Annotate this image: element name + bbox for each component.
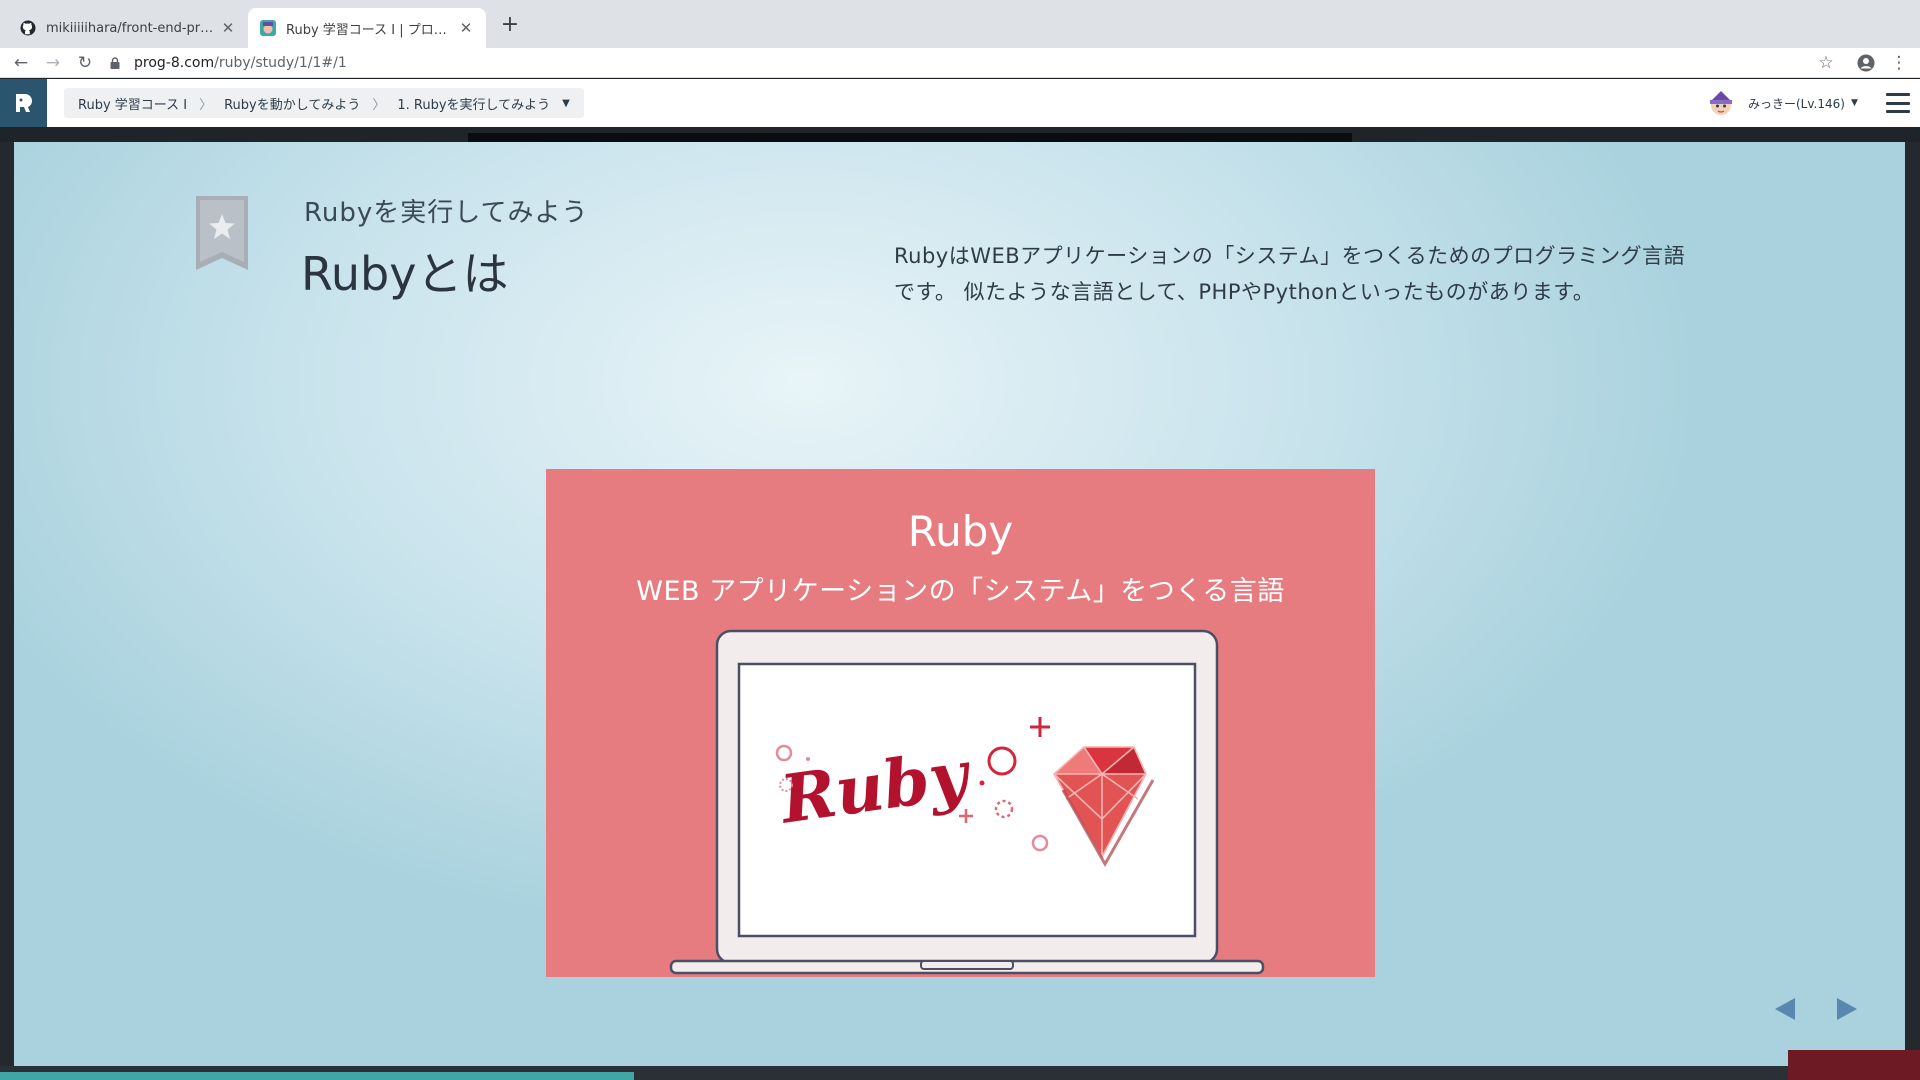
hamburger-menu-icon[interactable]	[1886, 93, 1910, 113]
slide-title: Rubyとは	[301, 247, 509, 301]
tab-title: Ruby 学習コース I | プログラミング	[286, 22, 452, 38]
slide-navigation	[1772, 996, 1860, 1022]
address-bar[interactable]: prog-8.com/ruby/study/1/1#/1	[110, 50, 1770, 76]
browser-tab-progate[interactable]: Ruby 学習コース I | プログラミング ✕	[248, 8, 486, 48]
back-icon[interactable]: ←	[10, 52, 32, 74]
profile-icon[interactable]	[1855, 52, 1877, 74]
browser-tab-bar: mikiiiiihara/front-end-practice ✕ Ruby 学…	[0, 0, 1920, 48]
caret-down-icon[interactable]: ▼	[562, 98, 570, 109]
breadcrumb-course[interactable]: Ruby 学習コース Ⅰ	[78, 94, 187, 113]
video-strip	[468, 133, 1352, 142]
tab-title: mikiiiiihara/front-end-practice	[46, 20, 214, 36]
caret-down-icon: ▼	[1850, 98, 1858, 108]
chevron-right-icon: 〉	[199, 97, 213, 113]
close-tab-icon[interactable]: ✕	[220, 19, 236, 37]
bookmark-star-icon[interactable]	[194, 196, 250, 270]
breadcrumb-chapter[interactable]: Rubyを動かしてみよう	[224, 94, 360, 113]
lesson-progress-bar	[0, 1072, 634, 1080]
lesson-slide: Rubyを実行してみよう Rubyとは RubyはWEBアプリケーションの「シス…	[14, 142, 1905, 1066]
slide-subtitle: Rubyを実行してみよう	[304, 198, 589, 228]
stage-edge-right	[1905, 142, 1920, 1066]
forward-icon[interactable]: →	[42, 52, 64, 74]
breadcrumb: Ruby 学習コース Ⅰ 〉 Rubyを動かしてみよう 〉 1. Rubyを実行…	[64, 88, 584, 118]
browser-toolbar: ← → ↻ prog-8.com/ruby/study/1/1#/1 ☆ ⋮	[0, 48, 1920, 78]
ruby-illustration: Ruby WEB アプリケーションの「システム」をつくる言語 Ruby	[546, 469, 1375, 977]
chevron-right-icon: 〉	[372, 97, 386, 113]
reload-icon[interactable]: ↻	[74, 52, 96, 74]
url-path: /ruby/study/1/1#/1	[214, 55, 347, 71]
app-header: Ruby 学習コース Ⅰ 〉 Rubyを動かしてみよう 〉 1. Rubyを実行…	[0, 79, 1920, 127]
menu-dots-icon[interactable]: ⋮	[1888, 52, 1910, 74]
browser-tab-github[interactable]: mikiiiiihara/front-end-practice ✕	[8, 8, 248, 48]
next-slide-icon[interactable]	[1834, 996, 1860, 1022]
url-host: prog-8.com	[134, 55, 215, 71]
bookmark-star-icon[interactable]: ☆	[1815, 52, 1837, 74]
progate-icon	[260, 20, 276, 36]
breadcrumb-lesson[interactable]: 1. Rubyを実行してみよう	[397, 94, 550, 113]
close-tab-icon[interactable]: ✕	[458, 19, 474, 37]
previous-slide-icon[interactable]	[1772, 996, 1798, 1022]
progate-logo-icon[interactable]	[0, 79, 47, 127]
user-menu[interactable]: みっきー(Lv.146) ▼	[1706, 87, 1858, 119]
slide-description: RubyはWEBアプリケーションの「システム」をつくるためのプログラミング言語で…	[894, 244, 1686, 304]
lock-icon	[110, 57, 122, 69]
github-icon	[20, 20, 36, 36]
new-tab-button[interactable]: +	[496, 12, 524, 40]
avatar	[1710, 91, 1732, 115]
user-name: みっきー(Lv.146)	[1748, 96, 1845, 111]
corner-button[interactable]	[1788, 1050, 1920, 1080]
stage-edge-left	[0, 142, 14, 1066]
laptop-illustration: Ruby	[669, 629, 1265, 975]
